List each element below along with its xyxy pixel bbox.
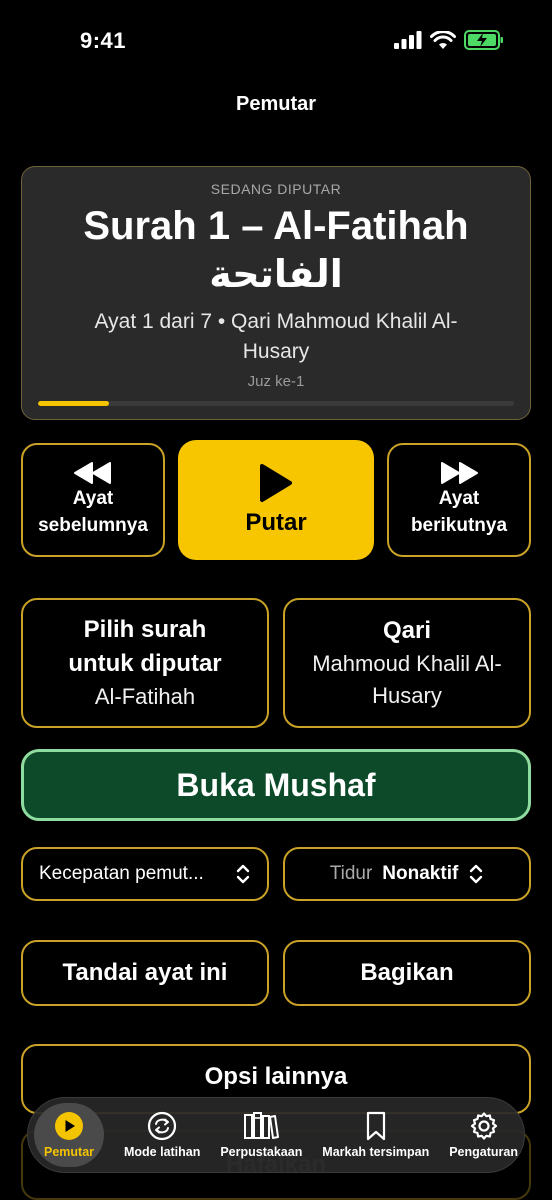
qari-title: Qari [382, 617, 432, 644]
sleep-timer-label: Tidur [329, 863, 373, 884]
wifi-icon [430, 30, 456, 49]
play-label: Putar [245, 509, 307, 536]
tab-saved-bookmarks-label: Markah tersimpan [322, 1145, 430, 1159]
next-ayah-label-2: berikutnya [410, 515, 508, 536]
status-icons [394, 30, 504, 50]
bookmark-ayah-label: Tandai ayat ini [62, 959, 228, 986]
tab-saved-bookmarks[interactable]: Markah tersimpan [322, 1103, 429, 1167]
tab-settings-label: Pengaturan [449, 1145, 518, 1159]
gear-icon [470, 1112, 497, 1140]
tab-library[interactable]: Perpustakaan [220, 1103, 302, 1167]
tab-player[interactable]: Pemutar [34, 1103, 105, 1167]
selected-surah: Al-Fatihah [94, 684, 196, 709]
choose-surah-title-2: untuk diputar [68, 650, 222, 677]
choose-surah-button[interactable]: Pilih surah untuk diputar Al-Fatihah [21, 598, 269, 728]
choose-qari-button[interactable]: Qari Mahmoud Khalil Al-Husary [283, 598, 531, 728]
tab-settings[interactable]: Pengaturan [449, 1103, 518, 1167]
tab-bar: Pemutar Mode latihan Perpustakaan Markah… [27, 1097, 525, 1173]
choose-surah-title-1: Pilih surah [83, 616, 207, 643]
previous-ayah-label-1: Ayat [72, 488, 114, 509]
play-circle-icon [55, 1112, 84, 1140]
repeat-icon [148, 1111, 177, 1141]
tab-practice-mode[interactable]: Mode latihan [124, 1103, 200, 1167]
share-button[interactable]: Bagikan [283, 940, 531, 1006]
previous-ayah-button[interactable]: Ayat sebelumnya [21, 443, 165, 557]
chevron-up-down-icon [470, 864, 483, 884]
play-icon [260, 464, 292, 502]
now-playing-card: SEDANG DIPUTAR Surah 1 – Al-Fatihah الفا… [21, 166, 531, 420]
ayat-qari-meta: Ayat 1 dari 7 • Qari Mahmoud Khalil Al-H… [94, 310, 458, 363]
sleep-timer-select[interactable]: Tidur Nonaktif [283, 847, 531, 901]
sleep-timer-value: Nonaktif [382, 863, 459, 884]
bookmark-ayah-button[interactable]: Tandai ayat ini [21, 940, 269, 1006]
status-time: 9:41 [80, 28, 127, 53]
tab-player-label: Pemutar [44, 1145, 95, 1159]
books-icon [244, 1112, 280, 1139]
chevron-up-down-icon [236, 864, 250, 884]
bookmark-icon [366, 1111, 385, 1141]
tab-library-label: Perpustakaan [220, 1145, 303, 1159]
playback-progress-bar[interactable] [38, 401, 514, 406]
status-bar: 9:41 [0, 0, 552, 80]
share-label: Bagikan [360, 959, 454, 986]
playback-speed-select[interactable]: Kecepatan pemut... [21, 847, 269, 901]
play-button[interactable]: Putar [178, 440, 374, 560]
surah-title: Surah 1 – Al-Fatihah [83, 204, 469, 248]
selected-qari: Mahmoud Khalil Al-Husary [312, 651, 502, 708]
more-options-label: Opsi lainnya [204, 1063, 348, 1090]
battery-charging-icon [464, 30, 503, 50]
cellular-signal-icon [394, 31, 422, 49]
open-mushaf-button[interactable]: Buka Mushaf [21, 749, 531, 821]
player-screen: 9:41 Pemutar SEDANG DIPUTAR Surah 1 – Al… [0, 0, 552, 1200]
playback-speed-value: Kecepatan pemut... [39, 863, 204, 884]
next-ayah-label-1: Ayat [438, 488, 480, 509]
surah-arabic-name: الفاتحة [209, 252, 343, 296]
page-title: Pemutar [235, 93, 317, 115]
juz-label: Juz ke-1 [247, 373, 305, 390]
previous-ayah-label-2: sebelumnya [38, 515, 148, 536]
rewind-icon [74, 462, 111, 484]
fast-forward-icon [441, 462, 478, 484]
now-playing-label: SEDANG DIPUTAR [210, 181, 342, 197]
playback-progress-fill [38, 401, 110, 406]
next-ayah-button[interactable]: Ayat berikutnya [387, 443, 531, 557]
tab-practice-mode-label: Mode latihan [123, 1145, 201, 1159]
